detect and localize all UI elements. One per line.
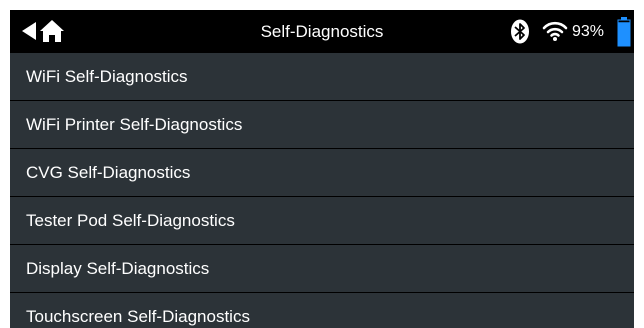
menu-item-display-self-diagnostics[interactable]: Display Self-Diagnostics xyxy=(10,245,634,293)
back-arrow-icon xyxy=(22,22,36,40)
self-diagnostics-screen: Self-Diagnostics 93% WiFi Self-Diagnosti… xyxy=(10,10,634,328)
bluetooth-icon xyxy=(511,19,529,44)
battery-percent: 93% xyxy=(572,23,605,40)
page-title: Self-Diagnostics xyxy=(260,22,384,41)
home-button[interactable] xyxy=(40,18,64,44)
battery-fill xyxy=(618,22,630,46)
menu-item-wifi-self-diagnostics[interactable]: WiFi Self-Diagnostics xyxy=(10,53,634,101)
wifi-icon xyxy=(542,21,568,41)
menu-item-touchscreen-self-diagnostics[interactable]: Touchscreen Self-Diagnostics xyxy=(10,293,634,328)
home-icon xyxy=(40,20,64,42)
menu-item-cvg-self-diagnostics[interactable]: CVG Self-Diagnostics xyxy=(10,149,634,197)
diagnostics-menu: WiFi Self-Diagnostics WiFi Printer Self-… xyxy=(10,53,634,328)
menu-item-tester-pod-self-diagnostics[interactable]: Tester Pod Self-Diagnostics xyxy=(10,197,634,245)
header-bar: Self-Diagnostics 93% xyxy=(10,10,634,53)
back-button[interactable] xyxy=(20,20,38,42)
menu-item-wifi-printer-self-diagnostics[interactable]: WiFi Printer Self-Diagnostics xyxy=(10,101,634,149)
battery-icon xyxy=(617,17,631,47)
